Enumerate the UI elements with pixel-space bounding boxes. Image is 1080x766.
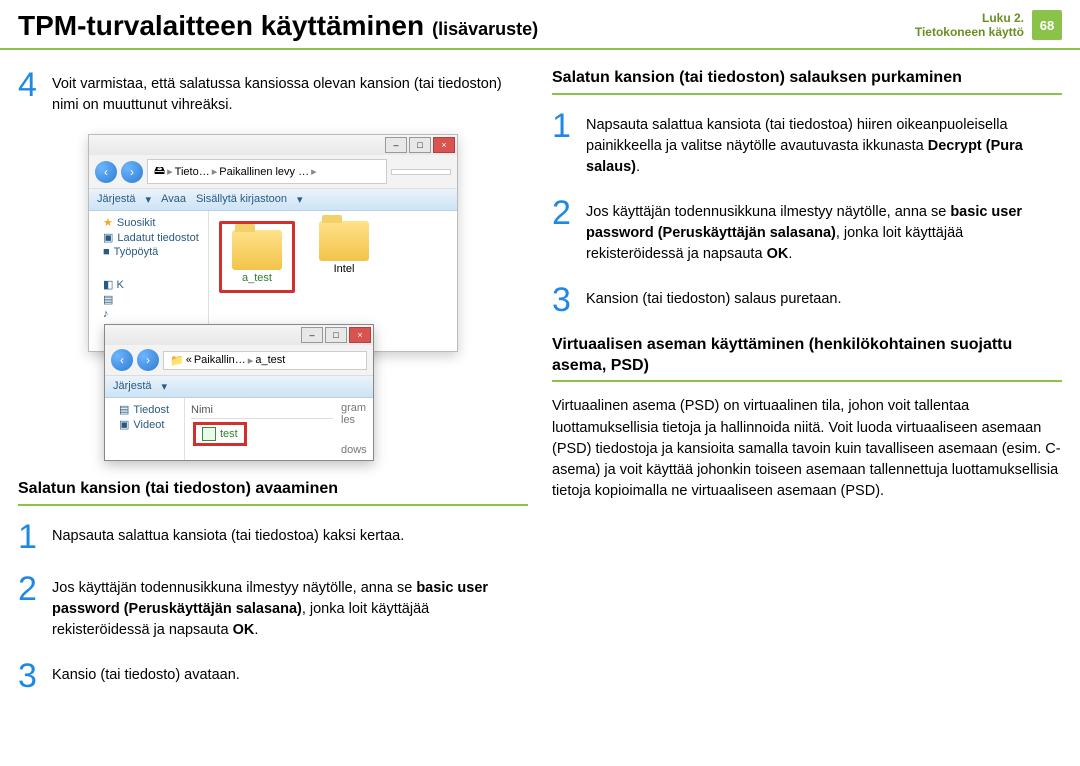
minimize-button[interactable]: – <box>385 137 407 153</box>
psd-paragraph: Virtuaalinen asema (PSD) on virtuaalinen… <box>552 396 1062 501</box>
forward-button[interactable]: › <box>121 161 143 183</box>
folder-icon <box>232 230 282 270</box>
open-menu[interactable]: Avaa <box>161 193 186 206</box>
step-text: Jos käyttäjän todennusikkuna ilmestyy nä… <box>586 196 1062 265</box>
explorer-window-outer: – □ × ‹ › 🖴 ▸ Tieto… ▸ Paikallinen levy … <box>88 134 458 352</box>
close-button[interactable]: × <box>433 137 455 153</box>
page-subtitle: (lisävaruste) <box>432 19 538 40</box>
decrypt-step-3: 3 Kansion (tai tiedoston) salaus puretaa… <box>552 283 1062 317</box>
section-decrypt-title: Salatun kansion (tai tiedoston) salaukse… <box>552 68 1062 95</box>
sidebar-item[interactable]: ▤ <box>93 292 204 307</box>
file-test[interactable]: test <box>220 428 238 440</box>
step-4: 4 Voit varmistaa, että salatussa kansios… <box>18 68 528 116</box>
breadcrumb[interactable]: 🖴 ▸ Tieto… ▸ Paikallinen levy … ▸ <box>147 159 387 184</box>
toolbar: Järjestä▾ Avaa Sisällytä kirjastoon▾ <box>89 189 457 211</box>
hdd-icon: 🖴 <box>154 162 165 181</box>
organize-menu[interactable]: Järjestä <box>113 380 152 393</box>
page-header: TPM-turvalaitteen käyttäminen (lisävarus… <box>0 0 1080 50</box>
left-column: 4 Voit varmistaa, että salatussa kansios… <box>18 68 528 711</box>
step-text: Napsauta salattua kansiota (tai tiedosto… <box>586 109 1062 178</box>
close-button[interactable]: × <box>349 327 371 343</box>
open-step-1: 1 Napsauta salattua kansiota (tai tiedos… <box>18 520 528 554</box>
toolbar: Järjestä▾ <box>105 376 373 398</box>
sidebar-item[interactable]: ◧ K <box>93 277 204 292</box>
nav-bar: ‹ › 📁 « Paikallin… ▸ a_test <box>105 345 373 376</box>
file-icon <box>202 427 216 441</box>
section-psd-title: Virtuaalisen aseman käyttäminen (henkilö… <box>552 335 1062 383</box>
folder-icon: 📁 <box>170 354 184 367</box>
sidebar-videos[interactable]: ▣ Videot <box>109 417 180 432</box>
column-name[interactable]: Nimi <box>191 402 333 419</box>
chapter-line1: Luku 2. <box>915 11 1024 25</box>
step-number: 1 <box>18 520 42 554</box>
step-text: Kansion (tai tiedoston) salaus puretaan. <box>586 283 842 317</box>
bc-part[interactable]: Paikallinen levy … <box>219 166 309 178</box>
forward-button[interactable]: › <box>137 349 159 371</box>
search-input[interactable] <box>391 169 451 175</box>
star-icon: ★ <box>103 216 113 229</box>
step-text: Voit varmistaa, että salatussa kansiossa… <box>52 68 528 116</box>
titlebar: – □ × <box>105 325 373 345</box>
right-column: Salatun kansion (tai tiedoston) salaukse… <box>552 68 1062 711</box>
step-number: 3 <box>552 283 576 317</box>
file-list: Nimi test <box>185 398 339 460</box>
page-number-badge: 68 <box>1032 10 1062 40</box>
minimize-button[interactable]: – <box>301 327 323 343</box>
step-number: 3 <box>18 659 42 693</box>
partial-column: gram les dows <box>339 398 373 460</box>
sidebar-files[interactable]: ▤ Tiedost <box>109 402 180 417</box>
open-step-3: 3 Kansio (tai tiedosto) avataan. <box>18 659 528 693</box>
back-button[interactable]: ‹ <box>95 161 117 183</box>
breadcrumb[interactable]: 📁 « Paikallin… ▸ a_test <box>163 351 367 370</box>
bc-part[interactable]: Paikallin… <box>194 354 246 366</box>
maximize-button[interactable]: □ <box>409 137 431 153</box>
back-button[interactable]: ‹ <box>111 349 133 371</box>
step-text: Jos käyttäjän todennusikkuna ilmestyy nä… <box>52 572 528 641</box>
open-step-2: 2 Jos käyttäjän todennusikkuna ilmestyy … <box>18 572 528 641</box>
step-number: 4 <box>18 68 42 116</box>
step-text: Kansio (tai tiedosto) avataan. <box>52 659 240 693</box>
folder-label: a_test <box>242 272 272 284</box>
chapter-info: Luku 2. Tietokoneen käyttö <box>915 11 1024 40</box>
maximize-button[interactable]: □ <box>325 327 347 343</box>
explorer-window-inner: – □ × ‹ › 📁 « Paikallin… ▸ a_test Järjes… <box>104 324 374 461</box>
sidebar-downloads[interactable]: ▣ Ladatut tiedostot <box>93 230 204 245</box>
step-text: Napsauta salattua kansiota (tai tiedosto… <box>52 520 404 554</box>
sidebar-favorites[interactable]: ★Suosikit <box>93 215 204 230</box>
folder-label: Intel <box>334 263 355 275</box>
nav-bar: ‹ › 🖴 ▸ Tieto… ▸ Paikallinen levy … ▸ <box>89 155 457 189</box>
folder-icon <box>319 221 369 261</box>
organize-menu[interactable]: Järjestä <box>97 193 136 206</box>
step-number: 2 <box>18 572 42 641</box>
decrypt-step-2: 2 Jos käyttäjän todennusikkuna ilmestyy … <box>552 196 1062 265</box>
sidebar-desktop[interactable]: ■ Työpöytä <box>93 245 204 259</box>
folder-intel[interactable]: Intel <box>319 221 369 275</box>
highlight-box: a_test <box>219 221 295 293</box>
folder-a-test[interactable]: a_test <box>232 230 282 284</box>
page-title: TPM-turvalaitteen käyttäminen <box>18 10 424 42</box>
decrypt-step-1: 1 Napsauta salattua kansiota (tai tiedos… <box>552 109 1062 178</box>
chapter-line2: Tietokoneen käyttö <box>915 25 1024 39</box>
titlebar: – □ × <box>89 135 457 155</box>
sidebar: ▤ Tiedost ▣ Videot <box>105 398 185 460</box>
include-library-menu[interactable]: Sisällytä kirjastoon <box>196 193 287 206</box>
step-number: 1 <box>552 109 576 178</box>
highlight-box: test <box>193 422 247 446</box>
sidebar-item[interactable] <box>93 307 204 321</box>
bc-part[interactable]: Tieto… <box>175 166 210 178</box>
bc-part[interactable]: a_test <box>255 354 285 366</box>
step-number: 2 <box>552 196 576 265</box>
section-open-title: Salatun kansion (tai tiedoston) avaamine… <box>18 479 528 506</box>
